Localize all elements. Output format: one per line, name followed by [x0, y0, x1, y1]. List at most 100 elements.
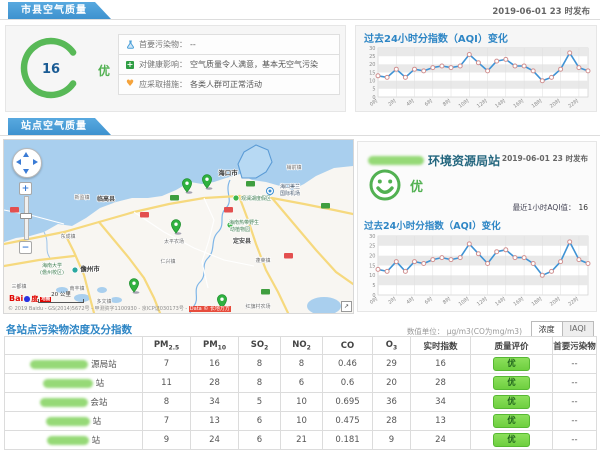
quality-grade-badge: 优 [493, 433, 530, 447]
svg-text:4时: 4时 [405, 97, 416, 107]
recent-aqi: 最近1小时AQI值：16 [513, 202, 588, 213]
value-cell: 0.6 [323, 374, 373, 393]
svg-text:10时: 10时 [457, 97, 470, 109]
station-name-suffix: 站 [92, 436, 101, 446]
baidu-paw-icon [24, 296, 30, 302]
svg-text:12时: 12时 [475, 97, 488, 109]
map-label: 新盈镇 [74, 194, 89, 201]
value-cell: 10 [281, 393, 323, 412]
university-poi-icon [72, 267, 78, 273]
value-cell: 28 [191, 374, 239, 393]
station-map[interactable]: 海口市儋州市临高县定安县铺前镇新盈镇东成镇仁兴镇南丰镇三都镇多文镇蓬莱镇红旗村农… [3, 139, 354, 314]
map-label: 海口市 [218, 168, 238, 177]
map-zoom-control: + − [19, 182, 33, 254]
station-name-suffix: 站 [93, 417, 102, 427]
map-label: 铺前镇 [286, 164, 301, 171]
value-cell: 13 [411, 412, 471, 431]
aqi-line-chart: 0510152025300时2时4时6时8时10时12时14时16时18时20时… [362, 45, 592, 109]
value-cell: 24 [191, 431, 239, 450]
map-label: 海南大学 [42, 262, 62, 269]
station-name-cell: 源局站 [5, 355, 143, 374]
pollutant-column-header: O3 [373, 337, 411, 355]
svg-text:14时: 14时 [494, 295, 507, 307]
primary-pollutant-cell: -- [553, 431, 597, 450]
svg-text:15: 15 [369, 70, 375, 76]
station-column-header [5, 337, 143, 355]
value-cell: 20 [373, 374, 411, 393]
city-publish-time: 2019-06-01 23 时发布 [492, 5, 590, 17]
zoom-in-button[interactable]: + [19, 182, 32, 195]
map-pan-control[interactable] [12, 148, 42, 178]
svg-text:8时: 8时 [441, 295, 452, 305]
svg-text:18时: 18时 [530, 295, 543, 307]
svg-text:20时: 20时 [548, 97, 561, 109]
station-name-cell: 会站 [5, 393, 143, 412]
info-value: -- [190, 40, 196, 49]
station-aqi-chart: 0510152025300时2时4时6时8时10时12时14时16时18时20时… [362, 233, 592, 311]
map-label: 海南热带野生 [229, 219, 259, 226]
value-cell: 8 [239, 374, 281, 393]
grade-cell: 优 [471, 374, 553, 393]
station-name-suffix: 源局站 [91, 360, 117, 370]
svg-text:10: 10 [369, 273, 375, 279]
svg-text:16时: 16时 [512, 295, 525, 307]
value-cell: 0.46 [323, 355, 373, 374]
pollutant-column-header: NO2 [281, 337, 323, 355]
map-copyright: © 2019 Baidu - GS(2014)5672号 - 甲测资字11009… [8, 305, 231, 312]
map-label: 临高县 [97, 195, 115, 203]
grade-cell: 优 [471, 393, 553, 412]
value-cell: 28 [411, 374, 471, 393]
quality-grade-badge: 优 [493, 414, 530, 428]
zoom-slider-track[interactable] [24, 196, 29, 240]
svg-text:2时: 2时 [387, 97, 398, 107]
map-scale-bar [38, 299, 84, 303]
air-quality-dashboard: 市县空气质量 2019-06-01 23 时发布 16 优 首要污染物：--+对… [0, 0, 600, 450]
svg-text:12时: 12时 [475, 295, 488, 307]
pollutant-column-header: SO2 [239, 337, 281, 355]
map-canvas: 海口市儋州市临高县定安县铺前镇新盈镇东成镇仁兴镇南丰镇三都镇多文镇蓬莱镇红旗村农… [4, 140, 353, 313]
map-lake [97, 287, 107, 293]
station-name-suffix: 会站 [90, 398, 107, 408]
pollutant-column-header: 质量评价 [471, 337, 553, 355]
city-aqi-chart: 0510152025300时2时4时6时8时10时12时14时16时18时20时… [362, 45, 592, 113]
svg-text:8时: 8时 [441, 97, 452, 107]
table-row: 站1128860.62028优-- [5, 374, 597, 393]
station-name-cell: 站 [5, 412, 143, 431]
smiley-face-icon [368, 168, 402, 202]
map-label: 三都镇 [11, 283, 26, 290]
value-cell: 7 [143, 355, 191, 374]
svg-text:15: 15 [369, 263, 375, 269]
grade-cell: 优 [471, 355, 553, 374]
value-cell: 28 [373, 412, 411, 431]
map-attribution-expand-icon[interactable]: ↗ [341, 301, 352, 312]
value-cell: 34 [191, 393, 239, 412]
info-row: ♥应采取措施：各类人群可正常活动 [118, 74, 340, 95]
city-chart-title: 过去24小时分指数（AQI）变化 [364, 30, 508, 45]
svg-text:20: 20 [369, 254, 375, 260]
zoom-slider-handle[interactable] [20, 213, 32, 219]
zoom-out-button[interactable]: − [19, 241, 32, 254]
aqi-gauge: 16 [18, 35, 84, 105]
primary-pollutant-cell: -- [553, 393, 597, 412]
value-cell: 21 [281, 431, 323, 450]
section-tab-station-air-quality: 站点空气质量 [8, 118, 111, 135]
station-name: 环境资源局站 [428, 154, 500, 168]
map-label: 国际机场 [280, 190, 300, 197]
map-label: 红旗村农场 [245, 303, 270, 310]
map-label: 东成镇 [60, 233, 75, 240]
station-chart-title: 过去24小时分指数（AQI）变化 [364, 218, 501, 232]
station-name-suffix: 站 [96, 379, 105, 389]
value-cell: 6 [239, 412, 281, 431]
svg-text:25: 25 [369, 244, 375, 250]
svg-text:20: 20 [369, 62, 375, 68]
info-label: 应采取措施： [139, 79, 187, 90]
info-value: 空气质量令人满意，基本无空气污染 [190, 59, 318, 70]
table-title: 各站点污染物浓度及分指数 [6, 322, 132, 337]
svg-text:20时: 20时 [548, 295, 561, 307]
svg-text:18时: 18时 [530, 97, 543, 109]
value-cell: 5 [239, 393, 281, 412]
grade-cell: 优 [471, 431, 553, 450]
svg-text:22时: 22时 [567, 97, 580, 109]
info-label: 对健康影响： [139, 59, 187, 70]
map-label: 仁兴镇 [160, 258, 175, 265]
